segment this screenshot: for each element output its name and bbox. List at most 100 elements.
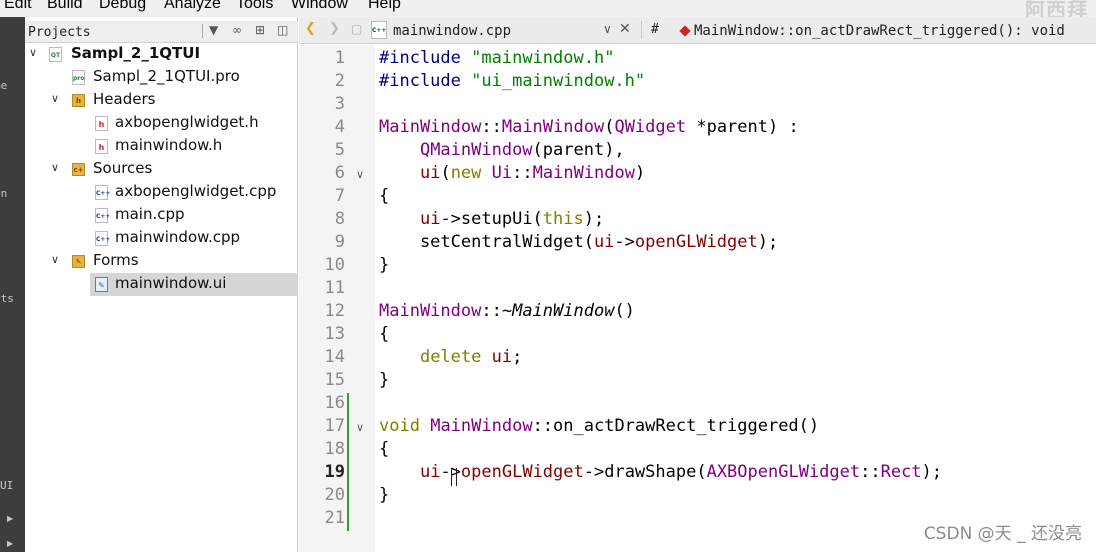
filter-icon[interactable]: ▼ [209, 23, 218, 37]
tree-item-file[interactable]: h mainwindow.h [25, 135, 298, 158]
line-number: 4 [334, 117, 345, 137]
toolbar-separator [641, 21, 642, 39]
line-number: 2 [334, 71, 345, 91]
folder-icon: h [72, 94, 85, 107]
link-icon[interactable]: ∞ [232, 23, 242, 37]
menu-window[interactable]: Window [291, 0, 348, 13]
code-line: void MainWindow::on_actDrawRect_triggere… [379, 416, 820, 436]
mode-welcome[interactable]: me [0, 79, 7, 92]
line-number: 5 [334, 140, 345, 160]
tree-item-pro-file[interactable]: pro Sampl_2_1QTUI.pro [25, 66, 298, 89]
method-icon [679, 25, 691, 37]
close-icon[interactable]: ✕ [619, 21, 631, 37]
tree-item-headers[interactable]: ∨ h Headers [25, 89, 298, 112]
menu-help[interactable]: Help [368, 0, 401, 13]
line-number: 19 [324, 462, 345, 482]
lock-icon: ▢ [351, 22, 363, 36]
top-watermark: 阿西拜 [1025, 0, 1088, 17]
code-line: setCentralWidget(ui->openGLWidget); [379, 232, 779, 252]
tree-item-label: Headers [93, 90, 156, 108]
cpp-file-icon: C++ [371, 21, 387, 39]
code-line: MainWindow::MainWindow(QWidget *parent) … [379, 117, 799, 137]
tree-item-label: mainwindow.h [115, 136, 223, 154]
tree-item-label: Sampl_2_1QTUI [71, 44, 201, 62]
menu-edit[interactable]: Edit [4, 0, 32, 13]
header-file-icon: h [95, 139, 108, 154]
line-number: 16 [324, 393, 345, 413]
chevron-down-icon[interactable]: ∨ [603, 22, 612, 36]
line-number: 1 [334, 48, 345, 68]
tree-item-file[interactable]: C++ mainwindow.cpp [25, 227, 298, 250]
code-line: } [379, 370, 390, 390]
line-number: 15 [324, 370, 345, 390]
code-line: } [379, 485, 390, 505]
close-panel-icon[interactable]: ◫ [277, 23, 288, 37]
menu-analyze[interactable]: Analyze [164, 0, 221, 13]
current-symbol[interactable]: MainWindow::on_actDrawRect_triggered(): … [694, 23, 1065, 39]
projects-panel-title: Projects [28, 25, 91, 40]
tree-item-file[interactable]: h axbopenglwidget.h [25, 112, 298, 135]
tree-item-file[interactable]: C++ main.cpp [25, 204, 298, 227]
line-number: 8 [334, 209, 345, 229]
projects-panel-header: Projects ▼ ∞ ⊞ ◫ [25, 21, 298, 43]
code-line-current: ui->openGLWidget->drawShape(AXBOpenGLWid… [419, 462, 943, 482]
tree-item-file-selected[interactable]: ✎ mainwindow.ui [90, 273, 298, 296]
mode-projects[interactable]: cts [0, 292, 14, 305]
tree-item-label: mainwindow.ui [115, 274, 227, 292]
code-line: ui(new Ui::MainWindow) [419, 163, 646, 183]
line-number: 6 [334, 163, 345, 183]
expand-arrow-icon[interactable]: ∨ [29, 46, 37, 59]
hash-label: # [651, 22, 659, 37]
line-number: 11 [324, 278, 345, 298]
expand-arrow-icon[interactable]: ∨ [51, 253, 59, 266]
pro-file-icon: pro [72, 70, 85, 85]
split-icon[interactable]: ⊞ [255, 23, 265, 37]
menu-build[interactable]: Build [47, 0, 83, 13]
tree-item-label: mainwindow.cpp [115, 228, 241, 246]
header-separator [202, 24, 203, 38]
project-icon: QT [49, 47, 62, 62]
line-number: 18 [324, 439, 345, 459]
change-marker [347, 393, 349, 531]
mode-help[interactable]: p [0, 345, 1, 358]
open-file-name: mainwindow.cpp [393, 23, 512, 39]
line-number: 9 [334, 232, 345, 252]
kit-selector-label[interactable]: UI [0, 479, 13, 492]
mode-edit[interactable]: t [0, 135, 1, 148]
code-editor[interactable]: #include "mainwindow.h" #include "ui_mai… [379, 47, 1096, 552]
expand-arrow-icon[interactable]: ∨ [51, 92, 59, 105]
cpp-file-icon: C++ [95, 185, 110, 200]
mode-design[interactable]: gn [0, 187, 7, 200]
run-arrow-icon[interactable]: ▶ [7, 514, 13, 523]
tree-item-sources[interactable]: ∨ c+ Sources [25, 158, 298, 181]
debug-run-arrow-icon[interactable]: ▶ [7, 539, 13, 548]
fold-arrow-icon[interactable]: ∨ [356, 163, 364, 186]
expand-arrow-icon[interactable]: ∨ [51, 161, 59, 174]
line-number: 21 [324, 508, 345, 528]
forward-arrow-icon[interactable]: ❯ [329, 21, 340, 36]
folder-icon: ✎ [72, 255, 85, 268]
tree-item-label: axbopenglwidget.h [115, 113, 259, 131]
tree-item-label: main.cpp [115, 205, 185, 223]
tree-item-label: Sampl_2_1QTUI.pro [93, 67, 240, 85]
tree-item-label: axbopenglwidget.cpp [115, 182, 277, 200]
folder-icon: c+ [72, 163, 85, 176]
line-number: 12 [324, 301, 345, 321]
open-file-selector[interactable]: C++ mainwindow.cpp ∨ [367, 21, 639, 41]
tree-item-project[interactable]: ∨ QT Sampl_2_1QTUI [25, 43, 298, 66]
line-number: 10 [324, 255, 345, 275]
code-line: { [379, 439, 390, 459]
fold-arrow-icon[interactable]: ∨ [356, 416, 364, 439]
tree-item-label: Sources [93, 159, 153, 177]
mode-sidebar: me t gn g cts p UI ▶ ▶ [0, 17, 25, 552]
line-number: 13 [324, 324, 345, 344]
tree-item-file[interactable]: C++ axbopenglwidget.cpp [25, 181, 298, 204]
tree-item-forms[interactable]: ∨ ✎ Forms [25, 250, 298, 273]
back-arrow-icon[interactable]: ❮ [305, 21, 316, 36]
menu-debug[interactable]: Debug [99, 0, 146, 13]
line-number: 14 [324, 347, 345, 367]
mode-debug[interactable]: g [0, 239, 1, 252]
code-line: MainWindow::~MainWindow() [379, 301, 635, 321]
line-number: 17 [324, 416, 345, 436]
menu-tools[interactable]: Tools [236, 0, 273, 13]
